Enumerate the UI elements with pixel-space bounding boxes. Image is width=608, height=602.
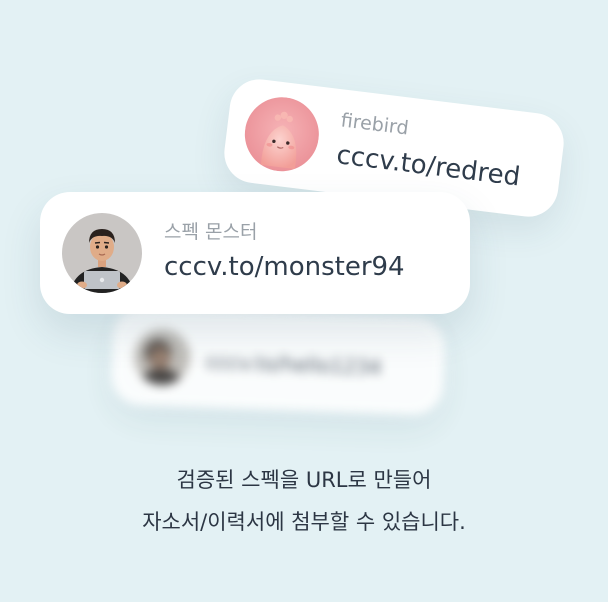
caption-line-2: 자소서/이력서에 첨부할 수 있습니다. <box>142 510 466 534</box>
promo-stage: cccv.to/hello1234 firebird cccv.to/redre… <box>0 0 608 602</box>
profile-card-monster: 스펙 몬스터 cccv.to/monster94 <box>40 192 470 314</box>
caption-line-1: 검증된 스펙을 URL로 만들어 <box>176 468 432 492</box>
profile-url: cccv.to/hello1234 <box>205 348 382 380</box>
pink-creature-avatar-icon <box>240 92 324 176</box>
profile-nickname <box>207 343 383 349</box>
man-laptop-avatar-icon <box>62 213 142 293</box>
profile-url: cccv.to/monster94 <box>164 252 405 283</box>
profile-card-hello: cccv.to/hello1234 <box>110 306 446 416</box>
profile-nickname: 스펙 몬스터 <box>164 221 258 244</box>
person-avatar-icon <box>133 327 192 386</box>
